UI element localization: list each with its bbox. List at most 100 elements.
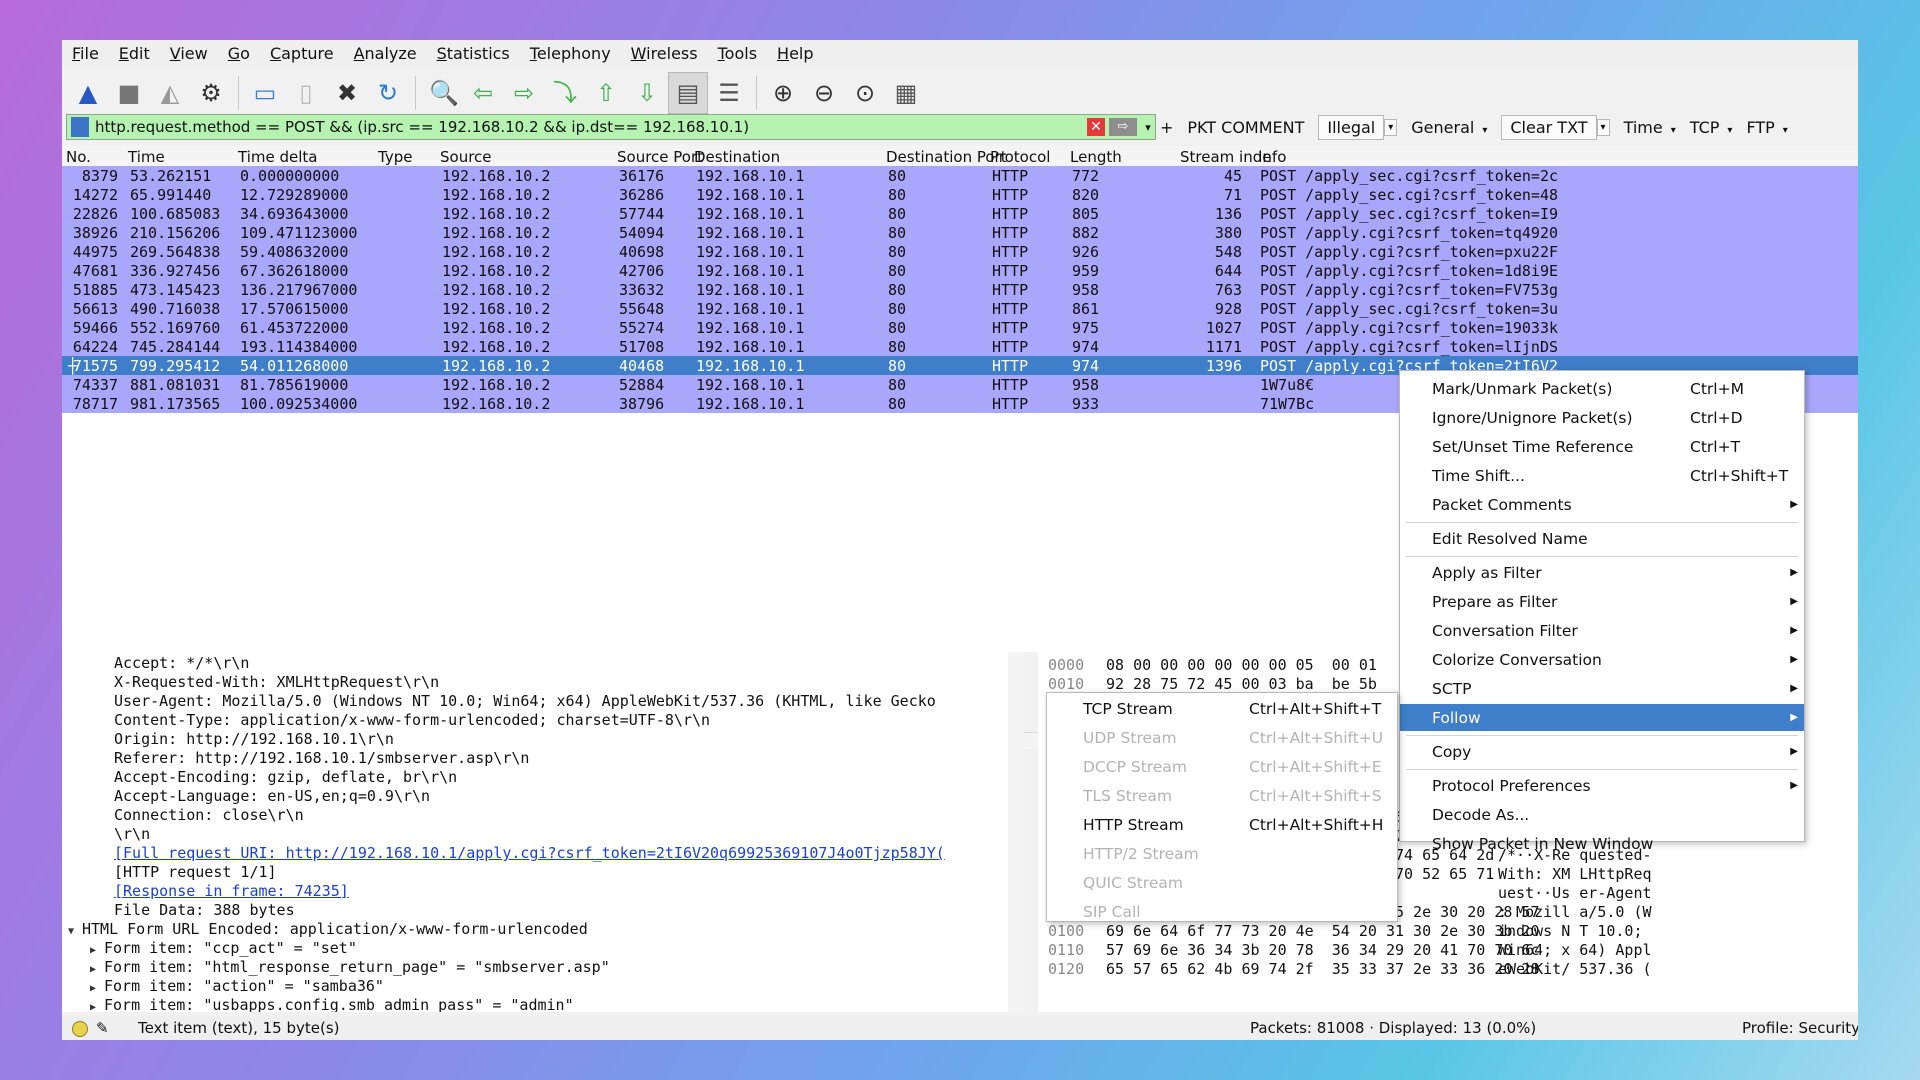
go-back-button[interactable]: ⇦ bbox=[463, 72, 503, 114]
column-header[interactable]: No. bbox=[66, 148, 91, 166]
column-header[interactable]: Type bbox=[378, 148, 412, 166]
menu-item-time-shift[interactable]: Time Shift... Ctrl+Shift+T bbox=[1400, 462, 1804, 489]
filter-button-illegal[interactable]: Illegal bbox=[1318, 114, 1385, 140]
detail-line[interactable]: [Full request URI: http://192.168.10.1/a… bbox=[114, 844, 945, 863]
go-forward-button[interactable]: ⇨ bbox=[504, 72, 544, 114]
menu-help[interactable]: Help bbox=[767, 44, 823, 63]
packet-row[interactable]: 56613 490.716038 17.570615000 192.168.10.2 5… bbox=[62, 299, 1858, 318]
menu-item-decode-as[interactable]: Decode As... bbox=[1400, 801, 1804, 828]
add-filter-button[interactable]: + bbox=[1160, 118, 1173, 137]
menu-item-set-unset-time-reference[interactable]: Set/Unset Time Reference Ctrl+T bbox=[1400, 433, 1804, 460]
submenu-item-http-stream[interactable]: HTTP Stream Ctrl+Alt+Shift+H bbox=[1047, 811, 1397, 840]
go-first-packet-button[interactable]: ⇧ bbox=[586, 72, 626, 114]
menu-item-mark-unmark-packet-s[interactable]: Mark/Unmark Packet(s) Ctrl+M bbox=[1400, 375, 1804, 402]
zoom-in-button[interactable]: ⊕ bbox=[763, 72, 803, 114]
menu-item-packet-comments[interactable]: Packet Comments ▶ bbox=[1400, 491, 1804, 518]
column-header[interactable]: Info bbox=[1258, 148, 1286, 166]
menu-item-sctp[interactable]: SCTP ▶ bbox=[1400, 675, 1804, 702]
zoom-out-button[interactable]: ⊖ bbox=[804, 72, 844, 114]
chevron-down-icon[interactable]: ▼ bbox=[68, 926, 82, 937]
menu-wireless[interactable]: Wireless bbox=[621, 44, 708, 63]
menu-edit[interactable]: Edit bbox=[109, 44, 160, 63]
menu-item-follow[interactable]: Follow ▶ bbox=[1400, 704, 1804, 731]
column-header[interactable]: Protocol bbox=[990, 148, 1050, 166]
menu-telephony[interactable]: Telephony bbox=[520, 44, 621, 63]
close-file-button[interactable]: ✖ bbox=[327, 72, 367, 114]
go-to-packet-button[interactable]: ⤵ bbox=[545, 72, 585, 114]
capture-options-button[interactable]: ⚙ bbox=[191, 72, 231, 114]
packet-details-tree[interactable]: Accept: */*\r\n X-Requested-With: XMLHttp… bbox=[62, 652, 1024, 1012]
packet-row[interactable]: 8379 53.262151 0.000000000 192.168.10.2 3617… bbox=[62, 166, 1858, 185]
packet-row[interactable]: 59466 552.169760 61.453722000 192.168.10.2 5… bbox=[62, 318, 1858, 337]
filter-button-clear-txt[interactable]: Clear TXT bbox=[1501, 114, 1597, 140]
column-header[interactable]: Source Port bbox=[617, 148, 703, 166]
detail-line[interactable]: ▼ HTML Form URL Encoded: application/x-ww… bbox=[68, 920, 588, 939]
normal-size-button[interactable]: ⊙ bbox=[845, 72, 885, 114]
chevron-down-icon[interactable]: ▾ bbox=[1596, 118, 1610, 136]
clear-filter-icon[interactable]: ✕ bbox=[1087, 118, 1105, 136]
menu-item-protocol-preferences[interactable]: Protocol Preferences ▶ bbox=[1400, 772, 1804, 799]
menu-item-prepare-as-filter[interactable]: Prepare as Filter ▶ bbox=[1400, 588, 1804, 615]
chevron-down-icon[interactable]: ▾ bbox=[1384, 118, 1398, 136]
stop-capture-button[interactable]: ■ bbox=[109, 72, 149, 114]
menu-view[interactable]: View bbox=[160, 44, 218, 63]
resize-columns-button[interactable]: ▦ bbox=[886, 72, 926, 114]
packet-row[interactable]: 38926 210.156206 109.471123000 192.168.10.2… bbox=[62, 223, 1858, 242]
packet-row[interactable]: 64224 745.284144 193.114384000 192.168.10.2… bbox=[62, 337, 1858, 356]
chevron-right-icon[interactable]: ▶ bbox=[90, 964, 104, 975]
packet-row[interactable]: 22826 100.685083 34.693643000 192.168.10.2 5… bbox=[62, 204, 1858, 223]
packet-row[interactable]: 14272 65.991440 12.729289000 192.168.10.2 36… bbox=[62, 185, 1858, 204]
menu-item-edit-resolved-name[interactable]: Edit Resolved Name bbox=[1400, 525, 1804, 552]
menu-statistics[interactable]: Statistics bbox=[427, 44, 520, 63]
filter-button-ftp[interactable]: FTP ▾ bbox=[1746, 118, 1787, 137]
filter-button-general[interactable]: General ▾ bbox=[1411, 118, 1487, 137]
column-header[interactable]: Destination Port bbox=[886, 148, 1007, 166]
menu-item-apply-as-filter[interactable]: Apply as Filter ▶ bbox=[1400, 559, 1804, 586]
column-header[interactable]: Time bbox=[128, 148, 165, 166]
menu-file[interactable]: File bbox=[62, 44, 109, 63]
reload-file-button[interactable]: ↻ bbox=[368, 72, 408, 114]
chevron-right-icon[interactable]: ▶ bbox=[90, 983, 104, 994]
chevron-right-icon[interactable]: ▶ bbox=[90, 1002, 104, 1012]
filter-button-time[interactable]: Time ▾ bbox=[1624, 118, 1676, 137]
packet-row[interactable]: 47681 336.927456 67.362618000 192.168.10.2 4… bbox=[62, 261, 1858, 280]
save-file-button[interactable]: ▯ bbox=[286, 72, 326, 114]
menu-analyze[interactable]: Analyze bbox=[344, 44, 427, 63]
detail-line[interactable]: ▶ Form item: "ccp_act" = "set" bbox=[90, 939, 357, 958]
display-filter-input[interactable]: http.request.method == POST && (ip.src =… bbox=[66, 114, 1156, 140]
menu-item-ignore-unignore-packet-s[interactable]: Ignore/Unignore Packet(s) Ctrl+D bbox=[1400, 404, 1804, 431]
menu-go[interactable]: Go bbox=[218, 44, 260, 63]
menu-capture[interactable]: Capture bbox=[260, 44, 344, 63]
packet-row[interactable]: 51885 473.145423 136.217967000 192.168.10.2… bbox=[62, 280, 1858, 299]
colorize-button[interactable]: ☰ bbox=[709, 72, 749, 114]
column-header[interactable]: Destination bbox=[694, 148, 780, 166]
packet-details-vertical-scrollbar[interactable] bbox=[1008, 652, 1024, 1012]
restart-capture-button[interactable]: ◭ bbox=[150, 72, 190, 114]
menu-item-conversation-filter[interactable]: Conversation Filter ▶ bbox=[1400, 617, 1804, 644]
column-header[interactable]: Length bbox=[1070, 148, 1122, 166]
open-file-button[interactable]: ▭ bbox=[245, 72, 285, 114]
menu-item-show-packet-in-new-window[interactable]: Show Packet in New Window bbox=[1400, 830, 1804, 857]
filter-expression[interactable]: http.request.method == POST && (ip.src =… bbox=[95, 118, 1087, 136]
bookmark-icon[interactable] bbox=[71, 117, 89, 137]
column-header[interactable]: Time delta bbox=[238, 148, 317, 166]
detail-line[interactable]: [Response in frame: 74235] bbox=[114, 882, 349, 901]
detail-line[interactable]: ▶ Form item: "html_response_return_page" … bbox=[90, 958, 610, 977]
edit-comment-icon[interactable]: ✎ bbox=[96, 1019, 109, 1037]
detail-line[interactable]: ▶ Form item: "usbapps.config.smb_admin_pa… bbox=[90, 996, 574, 1012]
autoscroll-button[interactable]: ▤ bbox=[668, 72, 708, 114]
expert-info-icon[interactable] bbox=[72, 1021, 88, 1037]
filter-button-pkt-comment[interactable]: PKT COMMENT bbox=[1187, 118, 1304, 137]
filter-history-dropdown-icon[interactable]: ▾ bbox=[1141, 121, 1155, 134]
packet-row[interactable]: 44975 269.564838 59.408632000 192.168.10.2 4… bbox=[62, 242, 1858, 261]
detail-line[interactable]: ▶ Form item: "action" = "samba36" bbox=[90, 977, 384, 996]
apply-filter-icon[interactable]: ⇨ bbox=[1109, 118, 1137, 136]
go-last-packet-button[interactable]: ⇩ bbox=[627, 72, 667, 114]
submenu-item-tcp-stream[interactable]: TCP Stream Ctrl+Alt+Shift+T bbox=[1047, 695, 1397, 724]
shark-fin-start-button[interactable]: ▲ bbox=[68, 72, 108, 114]
menu-item-copy[interactable]: Copy ▶ bbox=[1400, 738, 1804, 765]
menu-tools[interactable]: Tools bbox=[708, 44, 767, 63]
find-packet-button[interactable]: 🔍 bbox=[422, 72, 462, 114]
menu-item-colorize-conversation[interactable]: Colorize Conversation ▶ bbox=[1400, 646, 1804, 673]
chevron-right-icon[interactable]: ▶ bbox=[90, 945, 104, 956]
